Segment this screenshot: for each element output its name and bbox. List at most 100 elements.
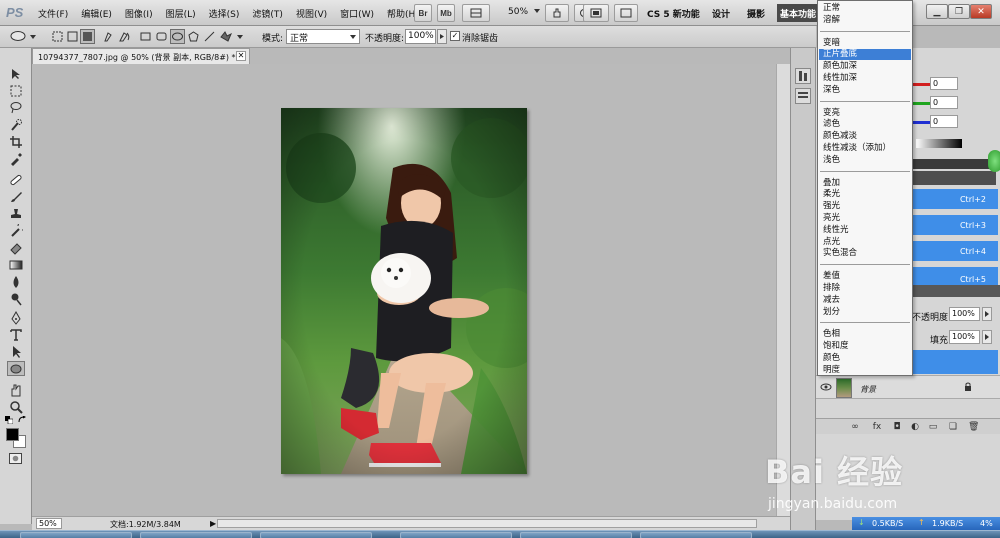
blend-mode-option[interactable]: 叠加 bbox=[819, 178, 911, 189]
new-layer-icon[interactable]: ❏ bbox=[948, 422, 958, 432]
menu-edit[interactable]: 编辑(E) bbox=[81, 7, 112, 20]
crop-tool[interactable] bbox=[7, 134, 25, 149]
layer-opacity-input[interactable]: 100% bbox=[949, 307, 980, 321]
pen-tool[interactable] bbox=[7, 310, 25, 325]
blend-mode-option[interactable]: 溶解 bbox=[819, 15, 911, 26]
blend-mode-option[interactable]: 亮光 bbox=[819, 213, 911, 224]
blend-mode-option[interactable]: 颜色 bbox=[819, 353, 911, 364]
blend-mode-option[interactable]: 颜色加深 bbox=[819, 61, 911, 72]
red-slider[interactable] bbox=[912, 83, 932, 86]
blend-mode-option[interactable]: 滤色 bbox=[819, 119, 911, 130]
blend-mode-option[interactable]: 线性光 bbox=[819, 225, 911, 236]
channel-row-green[interactable]: Ctrl+3 bbox=[912, 215, 998, 235]
workspace-design[interactable]: 设计 bbox=[712, 7, 730, 20]
blend-mode-option[interactable]: 点光 bbox=[819, 237, 911, 248]
menu-window[interactable]: 窗口(W) bbox=[340, 7, 374, 20]
blend-mode-option[interactable]: 浅色 bbox=[819, 155, 911, 166]
lasso-tool[interactable] bbox=[7, 100, 25, 115]
menu-image[interactable]: 图像(I) bbox=[125, 7, 153, 20]
taskbar-button[interactable] bbox=[20, 532, 132, 538]
dodge-tool[interactable] bbox=[7, 291, 25, 306]
blend-mode-option[interactable]: 实色混合 bbox=[819, 248, 911, 259]
layer-row-background-copy[interactable] bbox=[912, 350, 998, 374]
zoom-level-menu[interactable]: 50% bbox=[508, 7, 528, 17]
quick-mask-button[interactable] bbox=[9, 453, 22, 464]
pen-option-button[interactable] bbox=[101, 29, 116, 44]
layer-fill-slider-toggle[interactable] bbox=[982, 330, 992, 344]
blend-mode-option[interactable]: 排除 bbox=[819, 283, 911, 294]
marquee-tool[interactable] bbox=[7, 83, 25, 98]
mask-icon[interactable]: ◘ bbox=[892, 422, 902, 432]
clone-stamp-tool[interactable] bbox=[7, 206, 25, 221]
color-ramp[interactable] bbox=[916, 139, 962, 148]
blend-mode-option[interactable]: 饱和度 bbox=[819, 341, 911, 352]
path-selection-tool[interactable] bbox=[7, 344, 25, 359]
rectangle-shape-button[interactable] bbox=[138, 29, 153, 44]
freeform-pen-option-button[interactable] bbox=[117, 29, 132, 44]
close-document-icon[interactable]: ✕ bbox=[236, 51, 246, 61]
zoom-tool[interactable] bbox=[7, 399, 25, 414]
status-menu-arrow[interactable]: ▶ bbox=[210, 519, 216, 528]
restore-button[interactable]: ❐ bbox=[948, 4, 970, 19]
arrange-documents-button[interactable] bbox=[583, 4, 609, 22]
document-tab[interactable]: 10794377_7807.jpg @ 50% (背景 副本, RGB/8#) … bbox=[32, 48, 250, 64]
menu-view[interactable]: 视图(V) bbox=[296, 7, 327, 20]
blend-mode-option[interactable]: 深色 bbox=[819, 85, 911, 96]
taskbar-button[interactable] bbox=[260, 532, 372, 538]
tool-preset-picker[interactable] bbox=[8, 29, 38, 43]
adjustment-icon[interactable]: ◐ bbox=[910, 422, 920, 432]
brush-tool[interactable] bbox=[7, 189, 25, 204]
minimize-button[interactable]: ▁ bbox=[926, 4, 948, 19]
red-value-input[interactable]: 0 bbox=[930, 77, 958, 90]
green-value-input[interactable]: 0 bbox=[930, 96, 958, 109]
horizontal-scrollbar[interactable] bbox=[217, 519, 757, 528]
workspace-cs5-new[interactable]: CS 5 新功能 bbox=[647, 7, 700, 20]
opacity-input[interactable]: 100% bbox=[405, 29, 436, 44]
blend-mode-option[interactable]: 柔光 bbox=[819, 189, 911, 200]
blue-value-input[interactable]: 0 bbox=[930, 115, 958, 128]
eyedropper-tool[interactable] bbox=[7, 151, 25, 166]
channel-row-red[interactable]: Ctrl+2 bbox=[912, 189, 998, 209]
folder-icon[interactable]: ▭ bbox=[928, 422, 938, 432]
zoom-field[interactable]: 50% bbox=[36, 518, 62, 529]
paths-button[interactable] bbox=[65, 29, 80, 44]
workspace-basic[interactable]: 基本功能 bbox=[777, 4, 817, 22]
layer-row-background[interactable]: 背景 bbox=[816, 375, 1000, 399]
ellipse-shape-button[interactable] bbox=[170, 29, 185, 44]
channel-row-blue[interactable]: Ctrl+4 bbox=[912, 241, 998, 261]
blend-mode-option[interactable]: 正片叠底 bbox=[819, 49, 911, 61]
blend-mode-option[interactable]: 强光 bbox=[819, 201, 911, 212]
default-colors-icon[interactable] bbox=[5, 416, 14, 425]
layer-opacity-slider-toggle[interactable] bbox=[982, 307, 992, 321]
blend-mode-option[interactable]: 明度 bbox=[819, 365, 911, 376]
green-slider[interactable] bbox=[912, 102, 932, 105]
quick-selection-tool[interactable] bbox=[7, 117, 25, 132]
mini-bridge-button[interactable]: Mb bbox=[437, 4, 455, 22]
blur-tool[interactable] bbox=[7, 274, 25, 289]
blend-mode-option[interactable]: 颜色减淡 bbox=[819, 131, 911, 142]
blend-mode-option[interactable]: 正常 bbox=[819, 3, 911, 14]
blend-mode-option[interactable]: 线性减淡（添加） bbox=[819, 143, 911, 154]
hand-tool[interactable] bbox=[7, 382, 25, 397]
screen-mode-button[interactable] bbox=[614, 4, 638, 22]
blend-mode-select[interactable]: 正常 bbox=[286, 29, 360, 44]
eye-icon[interactable] bbox=[820, 382, 832, 392]
properties-panel-button[interactable] bbox=[795, 88, 811, 104]
antialias-checkbox[interactable]: ✓ bbox=[450, 31, 460, 41]
menu-file[interactable]: 文件(F) bbox=[38, 7, 68, 20]
workspace-photography[interactable]: 摄影 bbox=[747, 7, 765, 20]
menu-filter[interactable]: 滤镜(T) bbox=[252, 7, 283, 20]
taskbar-button[interactable] bbox=[400, 532, 512, 538]
blend-mode-option[interactable]: 色相 bbox=[819, 329, 911, 340]
opacity-slider-toggle[interactable] bbox=[437, 29, 447, 44]
blend-mode-option[interactable]: 线性加深 bbox=[819, 73, 911, 84]
line-shape-button[interactable] bbox=[202, 29, 217, 44]
link-icon[interactable]: ∞ bbox=[850, 422, 860, 432]
blend-mode-option[interactable]: 减去 bbox=[819, 295, 911, 306]
gradient-tool[interactable] bbox=[7, 257, 25, 272]
history-brush-tool[interactable] bbox=[7, 223, 25, 238]
custom-shape-button[interactable] bbox=[218, 29, 246, 44]
photo-canvas[interactable] bbox=[281, 108, 527, 474]
polygon-shape-button[interactable] bbox=[186, 29, 201, 44]
blue-slider[interactable] bbox=[912, 121, 932, 124]
